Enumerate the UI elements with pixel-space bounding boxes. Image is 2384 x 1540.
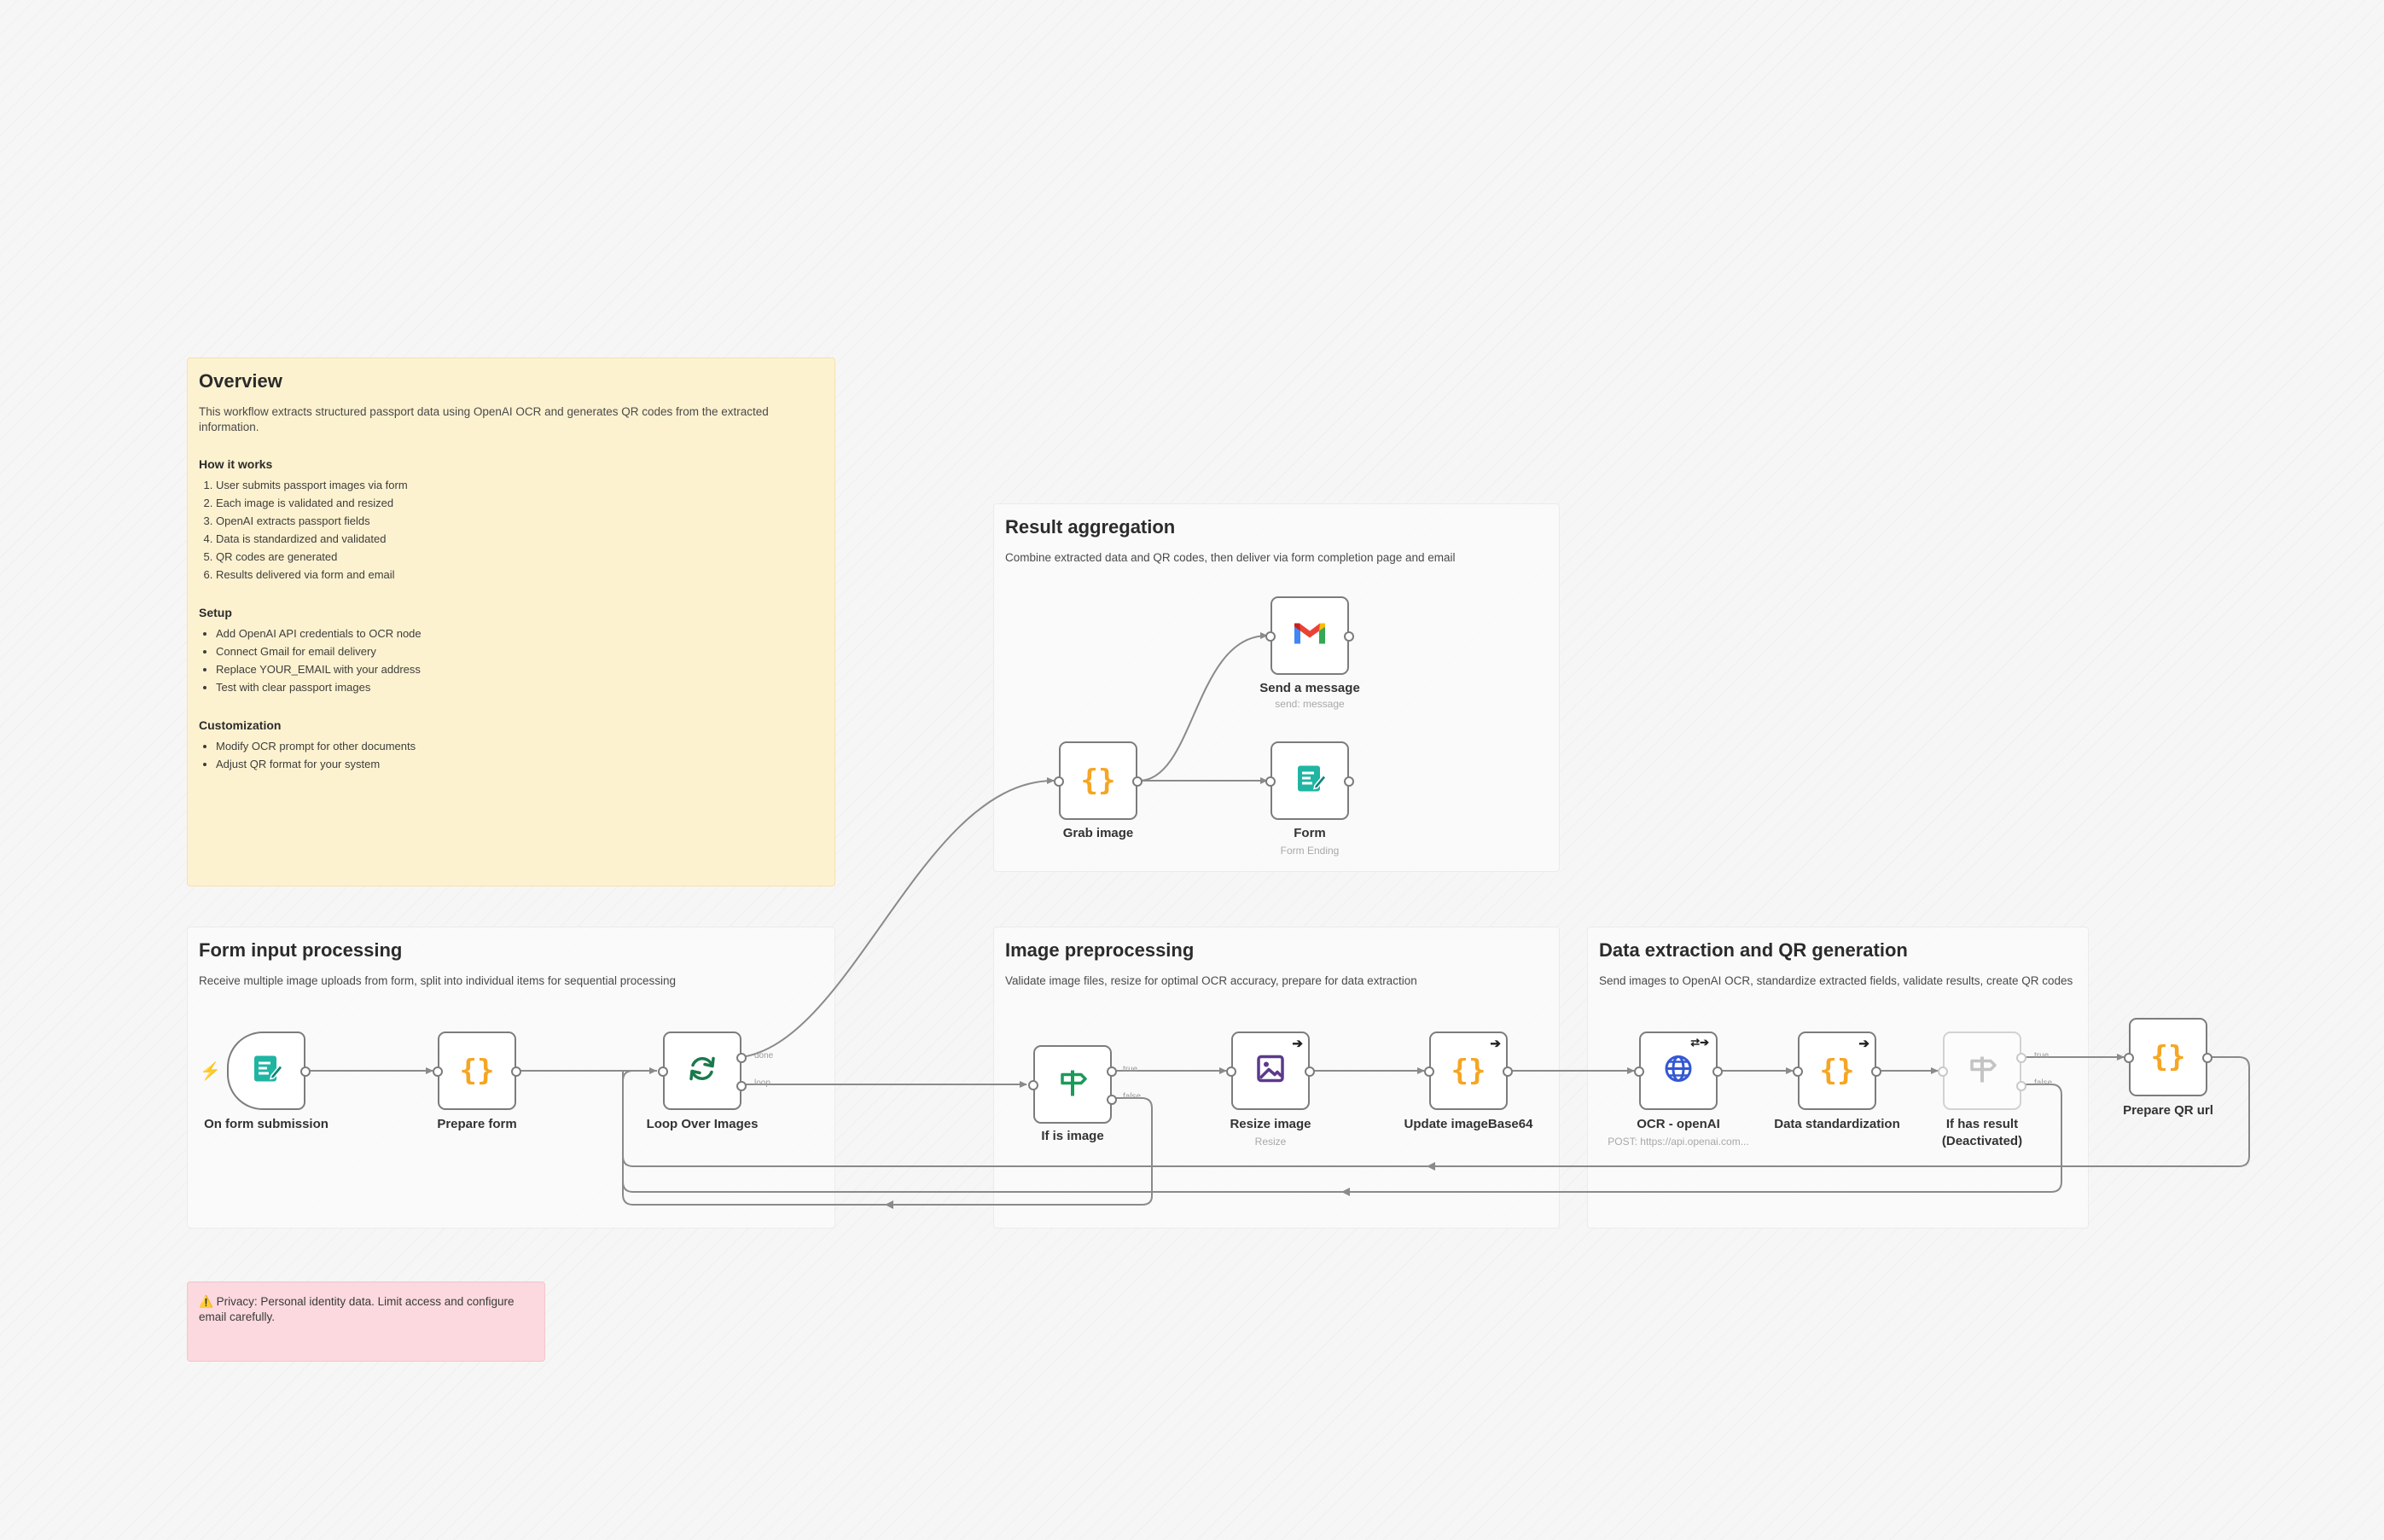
image-icon [1253,1052,1288,1090]
node-subtitle: POST: https://api.openai.com... [1608,1136,1749,1148]
trigger-bolt-icon: ⚡ [200,1062,221,1081]
node-subtitle: send: message [1275,698,1345,710]
node-loop-over-images[interactable] [658,1032,747,1110]
output-handle[interactable] [1871,1066,1881,1077]
output-handle-true[interactable] [2016,1053,2026,1063]
input-handle[interactable] [1938,1066,1948,1077]
node-label: Grab image [1062,826,1134,840]
loopback-arrow [1427,1162,1435,1171]
node-label: Prepare QR url [2123,1103,2213,1118]
input-handle[interactable] [1793,1066,1803,1077]
code-braces-icon: {} [1451,1054,1486,1088]
wire-loop-done-to-grab [741,777,1055,1058]
output-handle[interactable] [1344,631,1354,642]
node-label: Prepare form [437,1117,517,1131]
code-braces-icon: {} [2150,1040,2186,1074]
output-handle-false[interactable] [2016,1081,2026,1091]
signpost-icon [1965,1052,1999,1090]
node-on-form-submission[interactable] [227,1032,311,1110]
signpost-icon [1055,1066,1090,1104]
form-icon [1293,762,1328,800]
port-label-false: false [1123,1092,1142,1101]
output-handle[interactable] [2202,1053,2212,1063]
code-braces-icon: {} [1080,764,1116,798]
loopback-arrow [885,1200,893,1209]
input-handle[interactable] [1265,631,1276,642]
node-grab-image[interactable]: {} [1054,741,1143,820]
port-label-loop: loop [754,1078,770,1088]
output-handle-false[interactable] [1107,1095,1117,1105]
action-arrow-icon: ➔ [1490,1037,1501,1051]
node-label: Update imageBase64 [1404,1117,1533,1131]
node-ocr-openai[interactable]: ⇄➔ [1634,1032,1723,1110]
input-handle[interactable] [433,1066,443,1077]
node-label: On form submission [204,1117,329,1131]
port-label-true: true [2034,1051,2050,1061]
gmail-icon [1292,620,1328,652]
input-handle[interactable] [1226,1066,1236,1077]
node-label: Form [1294,826,1326,840]
node-send-a-message[interactable] [1265,596,1354,675]
node-label: Loop Over Images [646,1117,759,1131]
code-braces-icon: {} [459,1054,495,1088]
output-handle-done[interactable] [736,1053,747,1063]
node-prepare-qr-url[interactable]: {} [2124,1018,2212,1096]
form-icon [249,1052,284,1090]
port-label-true: true [1123,1065,1138,1074]
input-handle[interactable] [1265,776,1276,787]
input-handle[interactable] [1054,776,1064,787]
output-handle-true[interactable] [1107,1066,1117,1077]
node-label: If has result (Deactivated) [1941,1117,2023,1148]
node-label: Resize image [1230,1117,1311,1131]
output-handle[interactable] [1132,776,1143,787]
node-form-ending[interactable] [1265,741,1354,820]
node-if-has-result[interactable] [1938,1032,2026,1110]
input-handle[interactable] [1028,1080,1038,1090]
node-resize-image[interactable]: ➔ [1226,1032,1315,1110]
output-handle[interactable] [1305,1066,1315,1077]
node-label: Send a message [1259,681,1360,695]
output-handle[interactable] [300,1066,311,1077]
output-handle[interactable] [1503,1066,1513,1077]
input-handle[interactable] [658,1066,668,1077]
port-label-false: false [2034,1078,2053,1088]
node-if-is-image[interactable] [1028,1045,1117,1124]
action-arrow-icon: ➔ [1858,1037,1869,1051]
input-handle[interactable] [1424,1066,1434,1077]
input-handle[interactable] [1634,1066,1644,1077]
input-handle[interactable] [2124,1053,2134,1063]
loop-refresh-icon [685,1052,719,1090]
node-data-standardization[interactable]: ➔ {} [1793,1032,1881,1110]
loopback-arrow [1341,1188,1350,1196]
action-arrow-icon: ➔ [1292,1037,1303,1051]
sync-arrows-icon: ⇄➔ [1690,1036,1709,1049]
node-subtitle: Form Ending [1280,845,1340,857]
node-update-imagebase64[interactable]: ➔ {} [1424,1032,1513,1110]
output-handle[interactable] [511,1066,521,1077]
node-prepare-form[interactable]: {} [433,1032,521,1110]
output-handle[interactable] [1712,1066,1723,1077]
code-braces-icon: {} [1819,1054,1855,1088]
node-subtitle: Resize [1254,1136,1287,1148]
output-handle[interactable] [1344,776,1354,787]
connections-layer [305,632,2250,1209]
output-handle-loop[interactable] [736,1081,747,1091]
port-label-done: done [754,1051,774,1061]
node-label: If is image [1041,1129,1104,1143]
globe-icon [1661,1052,1695,1090]
